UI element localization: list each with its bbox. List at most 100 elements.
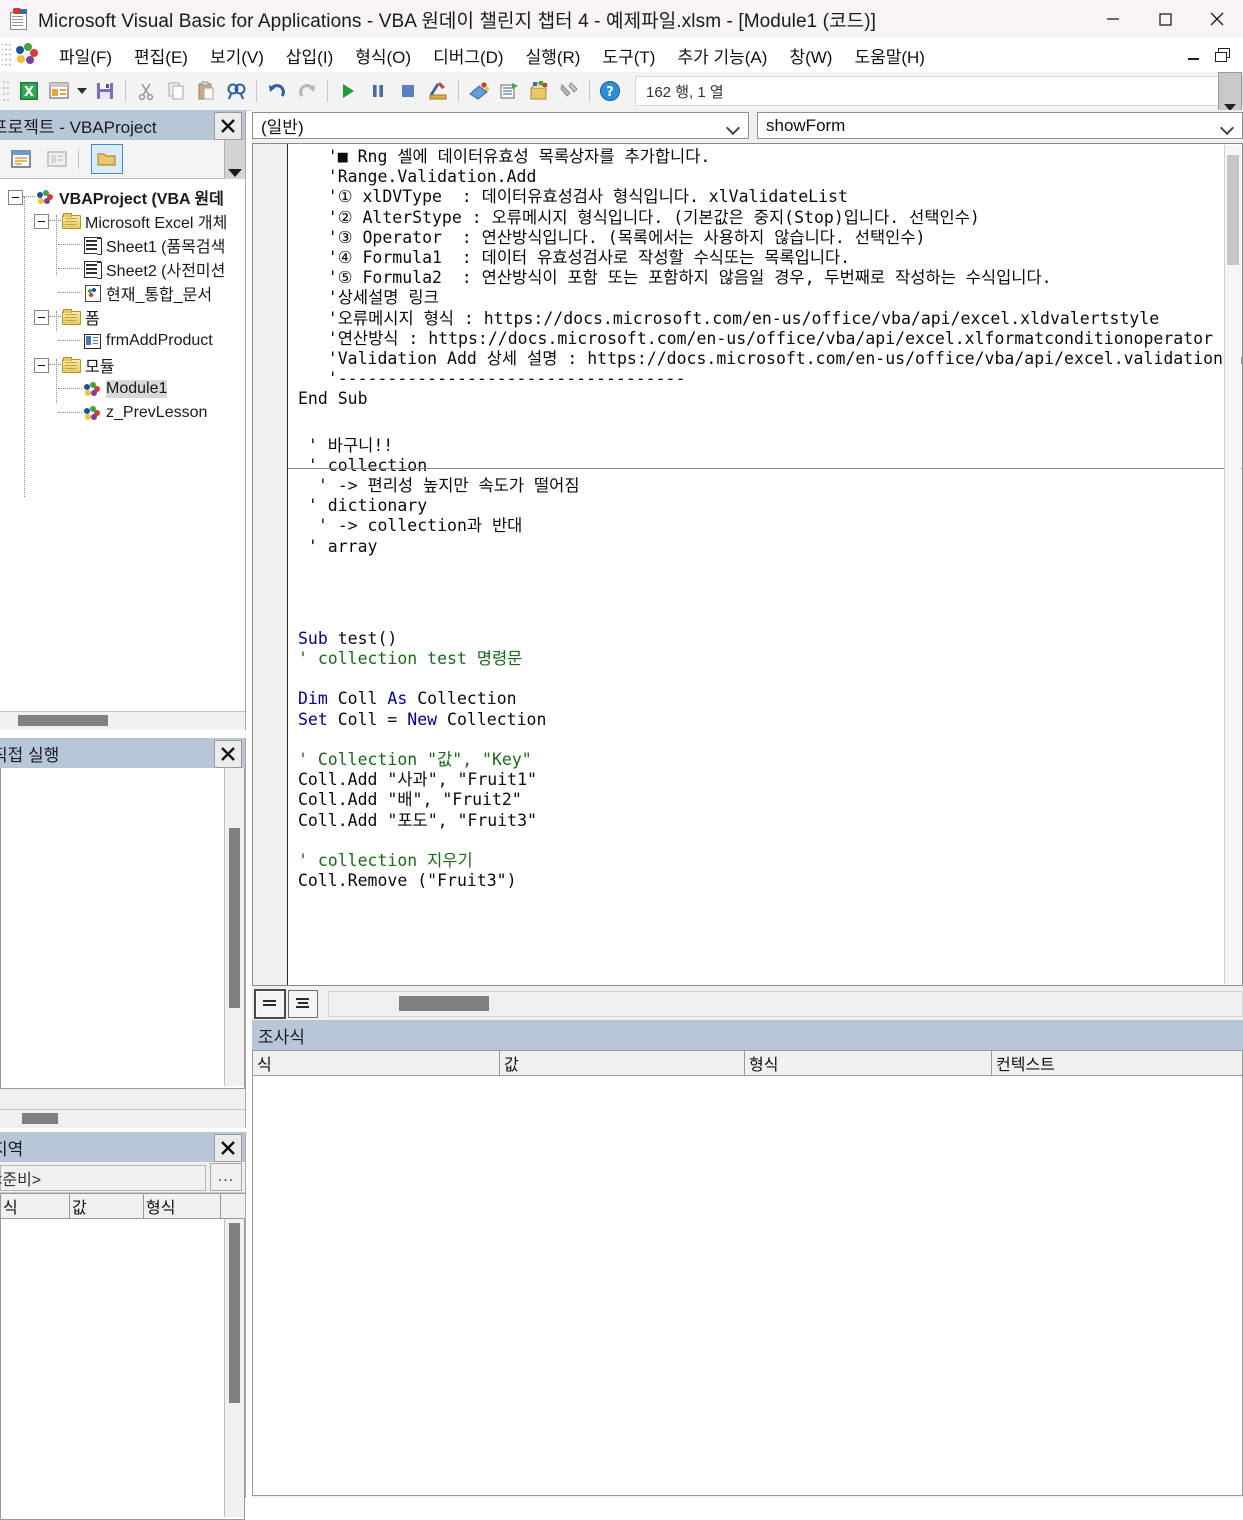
immediate-horizontal-scrollbar[interactable]: [0, 1109, 245, 1128]
locals-column-type[interactable]: 형식: [144, 1193, 221, 1219]
tree-item-modules[interactable]: 모듈: [0, 353, 245, 377]
menu-item-format[interactable]: 형식(O): [344, 41, 422, 70]
code-dim-type: Collection: [417, 689, 517, 709]
menu-item-view[interactable]: 보기(V): [199, 41, 275, 70]
locals-column-expression[interactable]: 식: [0, 1193, 70, 1219]
break-icon[interactable]: [363, 76, 393, 106]
expander-minus-icon[interactable]: [8, 189, 23, 205]
menu-item-file[interactable]: 파일(F): [48, 41, 123, 70]
window-title-bar: Microsoft Visual Basic for Applications …: [0, 0, 1243, 38]
help-icon[interactable]: ?: [595, 76, 625, 106]
code-editor[interactable]: '■ Rng 셀에 데이터유효성 목록상자를 추가합니다. 'Range.Val…: [252, 143, 1243, 986]
watch-column-type[interactable]: 형식: [745, 1050, 992, 1076]
immediate-vertical-scrollbar[interactable]: [224, 768, 244, 1086]
redo-icon[interactable]: [292, 76, 322, 106]
menu-item-run[interactable]: 실행(R): [515, 41, 592, 70]
view-object-icon[interactable]: [42, 145, 72, 173]
code-text-area[interactable]: '■ Rng 셀에 데이터유효성 목록상자를 추가합니다. 'Range.Val…: [288, 144, 1242, 985]
locals-callstack-button[interactable]: ...: [210, 1163, 242, 1191]
locals-column-value[interactable]: 값: [70, 1193, 144, 1219]
toggle-folders-icon[interactable]: [91, 144, 123, 174]
code-hscrollbar-thumb[interactable]: [399, 995, 489, 1011]
procedure-dropdown[interactable]: showForm: [757, 112, 1243, 139]
menu-item-addins[interactable]: 추가 기능(A): [666, 41, 778, 70]
tree-item-thisworkbook[interactable]: 현재_통합_문서: [0, 281, 245, 305]
immediate-window-close-button[interactable]: [214, 740, 242, 768]
maximize-button[interactable]: [1139, 0, 1191, 38]
copy-icon[interactable]: [161, 76, 191, 106]
find-icon[interactable]: [221, 76, 251, 106]
standard-toolbar: X ? 162 행, 1 열: [0, 72, 1243, 114]
tree-item-sheet1[interactable]: Sheet1 (품목검색: [0, 233, 245, 257]
watch-column-expression[interactable]: 식: [252, 1050, 500, 1076]
tree-item-vbaproject[interactable]: VBAProject (VBA 원데: [0, 185, 245, 209]
code-block-endsub: End Sub: [298, 389, 368, 409]
watch-column-context[interactable]: 컨텍스트: [992, 1050, 1243, 1076]
tree-item-frmaddproduct[interactable]: frmAddProduct: [0, 329, 245, 353]
menu-item-tools[interactable]: 도구(T): [591, 41, 666, 70]
watch-column-value[interactable]: 값: [500, 1050, 745, 1076]
expander-minus-icon[interactable]: [34, 357, 49, 373]
locals-vertical-scrollbar[interactable]: [224, 1219, 244, 1517]
undo-icon[interactable]: [262, 76, 292, 106]
project-scrollbar-thumb[interactable]: [18, 715, 108, 726]
tree-item-excel-objects[interactable]: Microsoft Excel 개체: [0, 209, 245, 233]
menu-grip-handle[interactable]: [2, 44, 12, 66]
code-kw-as: As: [387, 689, 418, 709]
code-margin-indicator-bar[interactable]: [253, 144, 288, 985]
cut-icon[interactable]: [131, 76, 161, 106]
project-tree[interactable]: VBAProject (VBA 원데 Microsoft Excel 개체 Sh…: [0, 179, 245, 715]
excel-view-icon[interactable]: X: [14, 76, 44, 106]
tree-item-z-prevlesson[interactable]: z_PrevLesson: [0, 401, 245, 425]
mdi-restore-button[interactable]: [1215, 48, 1230, 62]
object-dropdown[interactable]: (일반): [252, 112, 749, 139]
menu-item-debug[interactable]: 디버그(D): [422, 41, 515, 70]
tree-item-forms[interactable]: 폼: [0, 305, 245, 329]
project-horizontal-scrollbar[interactable]: [0, 711, 245, 730]
userform-icon: [82, 332, 102, 350]
toolbar-separator: [256, 80, 257, 102]
tree-item-sheet2[interactable]: Sheet2 (사전미션: [0, 257, 245, 281]
project-scroll-down-button[interactable]: [224, 140, 245, 180]
reset-icon[interactable]: [393, 76, 423, 106]
menu-item-help[interactable]: 도움말(H): [843, 41, 936, 70]
menu-item-window[interactable]: 창(W): [778, 41, 843, 70]
view-code-icon[interactable]: [6, 145, 36, 173]
properties-window-icon[interactable]: [494, 76, 524, 106]
locals-column-filler: [221, 1193, 245, 1219]
chevron-down-icon: [1222, 121, 1234, 133]
watch-rows-area[interactable]: [252, 1076, 1243, 1496]
save-icon[interactable]: [90, 76, 120, 106]
immediate-scrollbar-thumb[interactable]: [229, 828, 240, 1008]
locals-rows-area[interactable]: [0, 1219, 245, 1520]
locals-scrollbar-thumb[interactable]: [229, 1223, 240, 1403]
tree-item-module1[interactable]: Module1: [0, 377, 245, 401]
mdi-minimize-button[interactable]: [1187, 48, 1201, 62]
project-explorer-icon[interactable]: [464, 76, 494, 106]
code-comment-collection-keyval: ' Collection "값", "Key": [298, 750, 532, 770]
object-browser-icon[interactable]: [524, 76, 554, 106]
close-button[interactable]: [1191, 0, 1243, 38]
run-icon[interactable]: [333, 76, 363, 106]
code-vertical-scrollbar[interactable]: [1224, 145, 1241, 984]
toolbox-icon[interactable]: [554, 76, 584, 106]
insert-userform-icon[interactable]: [44, 76, 74, 106]
full-module-view-button[interactable]: [288, 989, 318, 1018]
menu-item-edit[interactable]: 편집(E): [123, 41, 199, 70]
expander-minus-icon[interactable]: [34, 309, 49, 325]
toolbar-overflow-button[interactable]: [1218, 72, 1242, 114]
procedure-view-button[interactable]: [254, 988, 286, 1019]
menu-item-insert[interactable]: 삽입(I): [275, 41, 344, 70]
design-mode-icon[interactable]: [423, 76, 453, 106]
paste-icon[interactable]: [191, 76, 221, 106]
immediate-hscrollbar-thumb[interactable]: [22, 1113, 58, 1124]
expander-minus-icon[interactable]: [34, 213, 49, 229]
project-explorer-close-button[interactable]: [214, 112, 242, 140]
insert-dropdown-arrow[interactable]: [74, 76, 90, 106]
code-scrollbar-thumb[interactable]: [1227, 155, 1239, 265]
locals-window-close-button[interactable]: [214, 1134, 242, 1162]
immediate-window-textarea[interactable]: [0, 768, 245, 1089]
toolbar-grip-handle[interactable]: [2, 79, 10, 103]
minimize-button[interactable]: [1087, 0, 1139, 38]
code-horizontal-scrollbar[interactable]: [328, 990, 1243, 1017]
